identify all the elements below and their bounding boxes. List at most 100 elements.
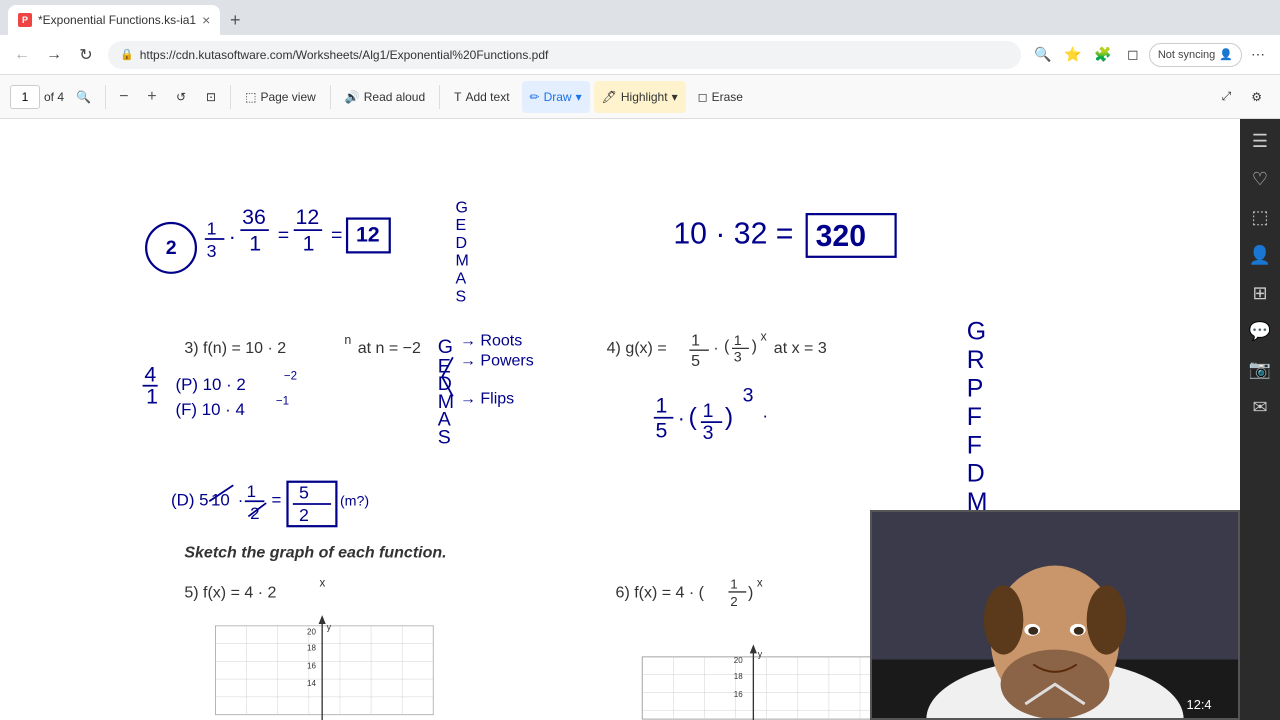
draw-dropdown-icon: ▾ (576, 90, 582, 104)
zoom-out-button[interactable]: − (112, 85, 136, 109)
sync-button[interactable]: Not syncing 👤 (1149, 43, 1242, 67)
svg-text:12: 12 (295, 205, 319, 229)
sidebar-chat-icon[interactable]: 💬 (1242, 313, 1278, 349)
svg-text:→ Roots: → Roots (460, 333, 522, 350)
svg-text:2: 2 (730, 594, 737, 609)
reload-button[interactable]: ↻ (72, 41, 100, 69)
svg-text:(F) 10 · 4: (F) 10 · 4 (175, 400, 244, 419)
draw-label: Draw (544, 90, 572, 104)
svg-text:=: = (331, 225, 342, 247)
svg-text:12: 12 (356, 223, 380, 247)
tab-close-button[interactable]: × (202, 12, 210, 28)
svg-text:(m?): (m?) (340, 494, 369, 510)
sync-label: Not syncing (1158, 49, 1215, 61)
sidebar-profile-icon[interactable]: 👤 (1242, 237, 1278, 273)
svg-text:1: 1 (691, 333, 700, 350)
erase-label: Erase (712, 90, 743, 104)
add-text-button[interactable]: T Add text (446, 81, 517, 113)
svg-text:(: ( (724, 338, 730, 355)
svg-text:(D) 5: (D) 5 (171, 491, 209, 510)
page-view-label: Page view (260, 90, 315, 104)
separator4 (439, 85, 440, 109)
highlight-dropdown-icon: ▾ (672, 90, 678, 104)
page-view-button[interactable]: ⬚ Page view (237, 81, 324, 113)
sidebar-collections-icon[interactable]: ☰ (1242, 123, 1278, 159)
svg-text:3: 3 (703, 422, 714, 444)
svg-text:3: 3 (734, 350, 742, 366)
svg-text:·: · (762, 405, 768, 425)
favorites-icon[interactable]: ⭐ (1059, 41, 1087, 69)
svg-text:2: 2 (299, 505, 309, 525)
svg-text:1: 1 (207, 219, 217, 239)
svg-text:·: · (229, 224, 236, 248)
svg-text:E: E (456, 217, 467, 234)
svg-text:1: 1 (703, 400, 714, 422)
sidebar-apps-icon[interactable]: ⊞ (1242, 275, 1278, 311)
page-number-input[interactable]: 1 (10, 85, 40, 109)
svg-text:Sketch the graph of each funct: Sketch the graph of each function. (184, 544, 446, 561)
svg-text:3: 3 (207, 241, 217, 261)
svg-text:20: 20 (734, 656, 743, 665)
tab-favicon: P (18, 13, 32, 27)
svg-text:(P) 10 · 2: (P) 10 · 2 (175, 375, 245, 394)
svg-text:S: S (438, 427, 451, 449)
svg-text:G: G (456, 199, 468, 216)
sidebar-mail-icon[interactable]: ✉ (1242, 389, 1278, 425)
svg-text:): ) (752, 338, 757, 355)
erase-button[interactable]: ◻ Erase (690, 81, 751, 113)
svg-text:x: x (320, 578, 326, 590)
nav-actions: 🔍 ⭐ 🧩 ◻ Not syncing 👤 ⋯ (1029, 41, 1272, 69)
draw-button[interactable]: ✏ Draw ▾ (522, 81, 590, 113)
more-options-button[interactable]: ⚙ (1243, 81, 1270, 113)
search-icon[interactable]: 🔍 (1029, 41, 1057, 69)
webcam-overlay: 12:4 (870, 510, 1240, 720)
separator3 (330, 85, 331, 109)
svg-text:1: 1 (146, 384, 158, 408)
sidebar-camera-icon[interactable]: 📷 (1242, 351, 1278, 387)
collections-icon[interactable]: ◻ (1119, 41, 1147, 69)
svg-text:−2: −2 (284, 370, 297, 382)
svg-text:A: A (456, 270, 467, 287)
fit-page-button[interactable]: ⊡ (198, 81, 224, 113)
svg-text:n: n (344, 333, 351, 347)
svg-text:1: 1 (303, 232, 315, 256)
address-bar[interactable]: 🔒 https://cdn.kutasoftware.com/Worksheet… (108, 41, 1021, 69)
rotate-button[interactable]: ↺ (168, 81, 194, 113)
back-button[interactable]: ← (8, 41, 36, 69)
search-pdf-button[interactable]: 🔍 (68, 81, 99, 113)
svg-text:5: 5 (656, 418, 668, 442)
expand-button[interactable]: ⤢ (1214, 81, 1240, 113)
svg-text:14: 14 (307, 679, 316, 688)
svg-text:36: 36 (242, 205, 266, 229)
add-text-icon: T (454, 90, 461, 104)
active-tab[interactable]: P *Exponential Functions.ks-ia1 × (8, 5, 220, 35)
read-aloud-button[interactable]: 🔊 Read aloud (337, 81, 433, 113)
svg-text:1: 1 (734, 333, 742, 349)
svg-text:→ Flips: → Flips (460, 390, 514, 407)
read-aloud-label: Read aloud (364, 90, 425, 104)
forward-button[interactable]: → (40, 41, 68, 69)
svg-text:G: G (967, 317, 986, 345)
new-tab-button[interactable]: + (220, 5, 250, 35)
svg-text:6) f(x) = 4 · (: 6) f(x) = 4 · ( (616, 584, 705, 601)
add-text-label: Add text (466, 90, 510, 104)
svg-text:16: 16 (734, 690, 743, 699)
extensions-icon[interactable]: 🧩 (1089, 41, 1117, 69)
highlight-label: Highlight (621, 90, 668, 104)
svg-text:1: 1 (730, 576, 737, 591)
pdf-area: 2 1 3 · 36 1 = 12 1 = (0, 119, 1240, 720)
highlight-icon: 🖊 (602, 90, 617, 104)
svg-text:1: 1 (656, 393, 668, 417)
sidebar-history-icon[interactable]: ⬚ (1242, 199, 1278, 235)
svg-text:3) f(n) = 10 · 2: 3) f(n) = 10 · 2 (184, 340, 286, 357)
svg-text:M: M (456, 253, 469, 270)
address-text: https://cdn.kutasoftware.com/Worksheets/… (140, 48, 549, 62)
page-view-icon: ⬚ (245, 90, 256, 104)
settings-icon[interactable]: ⋯ (1244, 41, 1272, 69)
zoom-in-button[interactable]: + (140, 85, 164, 109)
pdf-toolbar: 1 of 4 🔍 − + ↺ ⊡ ⬚ Page view 🔊 Read alou… (0, 75, 1280, 119)
sidebar-favorites-icon[interactable]: ♡ (1242, 161, 1278, 197)
highlight-button[interactable]: 🖊 Highlight ▾ (594, 81, 686, 113)
svg-text:10 · 32 =: 10 · 32 = (673, 217, 793, 250)
svg-text:at n = −2: at n = −2 (358, 340, 421, 357)
